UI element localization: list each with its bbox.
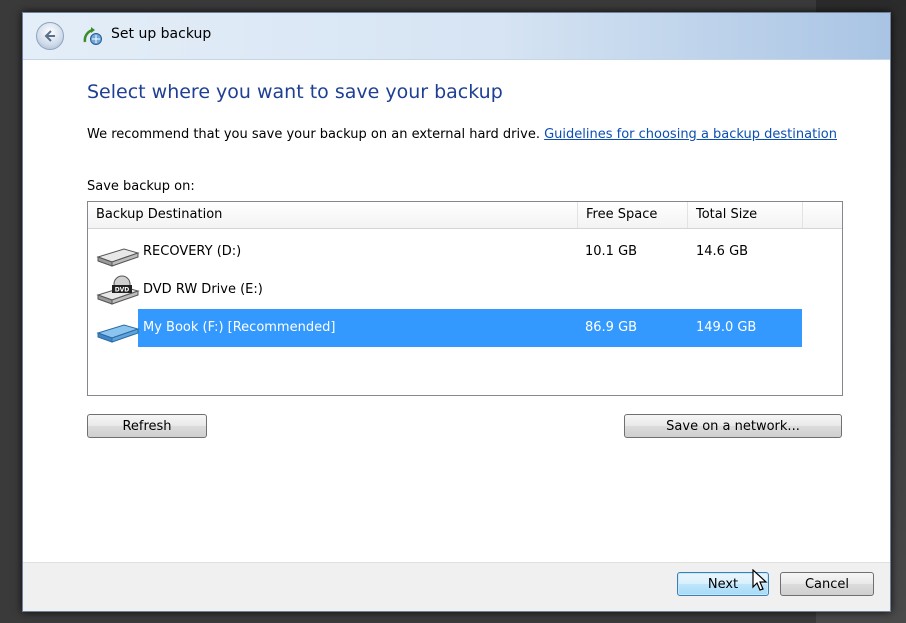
- title-bar: Set up backup: [23, 13, 890, 60]
- free-space: 10.1 GB: [585, 244, 638, 259]
- save-on-network-button[interactable]: Save on a network...: [624, 414, 842, 438]
- backup-destination-list[interactable]: Backup Destination Free Space Total Size…: [87, 201, 843, 396]
- list-row-mybook[interactable]: My Book (F:) [Recommended] 86.9 GB 149.0…: [88, 309, 802, 347]
- mouse-cursor-icon: [752, 569, 768, 591]
- destination-name: My Book (F:) [Recommended]: [143, 320, 336, 335]
- window-title: Set up backup: [111, 26, 212, 42]
- hard-drive-icon: [96, 248, 140, 267]
- page-heading: Select where you want to save your backu…: [87, 81, 503, 103]
- column-header-free-space[interactable]: Free Space: [578, 202, 688, 228]
- description-text: We recommend that you save your backup o…: [87, 127, 540, 142]
- total-size: 149.0 GB: [696, 320, 757, 335]
- dvd-drive-icon: DVD: [96, 275, 140, 305]
- description: We recommend that you save your backup o…: [87, 126, 847, 143]
- free-space: 86.9 GB: [585, 320, 638, 335]
- list-row-recovery[interactable]: RECOVERY (D:) 10.1 GB 14.6 GB: [88, 233, 802, 271]
- list-row-dvd[interactable]: DVD DVD RW Drive (E:): [88, 271, 802, 309]
- save-backup-label: Save backup on:: [87, 179, 195, 194]
- back-arrow-icon: [44, 30, 55, 42]
- cancel-button[interactable]: Cancel: [780, 572, 874, 596]
- refresh-button[interactable]: Refresh: [87, 414, 207, 438]
- svg-text:DVD: DVD: [115, 287, 130, 294]
- setup-backup-window: Set up backup Select where you want to s…: [22, 12, 891, 612]
- external-drive-icon: [96, 324, 140, 343]
- guidelines-link[interactable]: Guidelines for choosing a backup destina…: [544, 127, 837, 142]
- column-header-total-size[interactable]: Total Size: [688, 202, 803, 228]
- destination-name: DVD RW Drive (E:): [143, 282, 263, 297]
- destination-name: RECOVERY (D:): [143, 244, 242, 259]
- backup-icon: [83, 27, 102, 45]
- column-header-destination[interactable]: Backup Destination: [88, 202, 578, 228]
- total-size: 14.6 GB: [696, 244, 749, 259]
- list-header: Backup Destination Free Space Total Size: [88, 202, 842, 229]
- back-button[interactable]: [36, 22, 64, 50]
